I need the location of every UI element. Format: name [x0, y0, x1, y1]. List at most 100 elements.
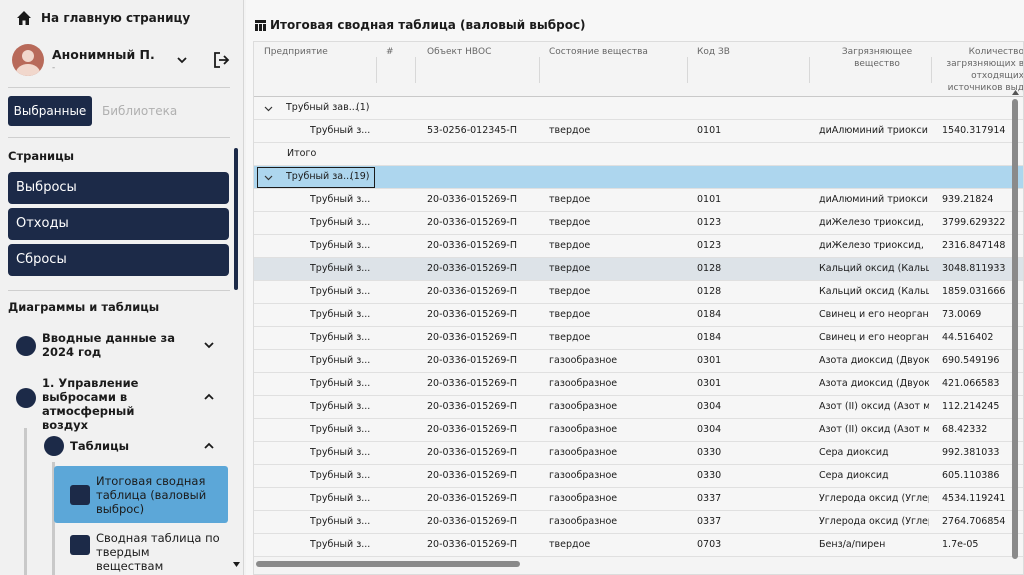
- column-header-quantity[interactable]: Количество загрязняющих в отходящих исто…: [934, 46, 1023, 94]
- table-row[interactable]: Трубный з... 20-0336-015269-П твердое 0703 Б…: [254, 534, 1023, 557]
- tree-node-input-data[interactable]: Вводные данные за 2024 год: [16, 330, 228, 362]
- table-cell: Азота диоксид (Двуок: [819, 378, 929, 389]
- node-dot-icon: [44, 436, 64, 456]
- group-count: (19): [350, 171, 370, 182]
- table-cell: 20-0336-015269-П: [427, 217, 517, 228]
- chevron-down-icon[interactable]: [264, 104, 273, 113]
- nav-button-emissions[interactable]: Выбросы: [8, 172, 229, 204]
- table-cell: Трубный з...: [310, 424, 371, 435]
- column-header-state[interactable]: Состояние вещества: [549, 46, 648, 58]
- table-row[interactable]: Трубный з... 20-0336-015269-П газообразное…: [254, 373, 1023, 396]
- column-header-number[interactable]: #: [386, 46, 394, 58]
- table-row[interactable]: Трубный з... 20-0336-015269-П твердое 0101 д…: [254, 189, 1023, 212]
- table-cell: твердое: [549, 217, 591, 228]
- table-cell: твердое: [549, 286, 591, 297]
- table-cell: 3799.629322: [942, 217, 1006, 228]
- group-row[interactable]: Трубный за... (19): [254, 166, 1023, 189]
- logout-icon[interactable]: [211, 50, 231, 70]
- table-row[interactable]: Трубный з... 20-0336-015269-П газообразное…: [254, 350, 1023, 373]
- tree-node-tables[interactable]: Таблицы: [44, 436, 228, 456]
- table-cell: Трубный з...: [310, 401, 371, 412]
- table-cell: твердое: [549, 539, 591, 550]
- table-cell: газообразное: [549, 378, 618, 389]
- table-row[interactable]: Трубный з... 20-0336-015269-П газообразное…: [254, 465, 1023, 488]
- table-cell: 20-0336-015269-П: [427, 286, 517, 297]
- table-cell: Трубный з...: [310, 309, 371, 320]
- divider: [8, 87, 230, 88]
- tree-leaf-label[interactable]: Сводная таблица по твердым веществам: [96, 531, 220, 573]
- tree-leaf-label[interactable]: Итоговая сводная таблица (валовый выброс…: [96, 474, 220, 516]
- table-row[interactable]: Трубный з... 20-0336-015269-П твердое 0123 д…: [254, 212, 1023, 235]
- scroll-down-arrow-icon[interactable]: [233, 561, 240, 568]
- table-row[interactable]: Трубный з... 20-0336-015269-П газообразное…: [254, 488, 1023, 511]
- table-cell: газообразное: [549, 355, 618, 366]
- table-cell: 20-0336-015269-П: [427, 401, 517, 412]
- home-icon: [17, 11, 31, 25]
- node-dot-icon: [16, 336, 36, 356]
- nav-button-waste[interactable]: Отходы: [8, 208, 229, 240]
- table-cell: 20-0336-015269-П: [427, 424, 517, 435]
- table-cell: твердое: [549, 332, 591, 343]
- table-cell: Азот (II) оксид (Азот м: [819, 401, 929, 412]
- table-cell: диАлюминий триокси: [819, 194, 928, 205]
- tab-library[interactable]: Библиотека: [102, 96, 177, 126]
- table-cell: газообразное: [549, 493, 618, 504]
- chevron-down-icon[interactable]: [203, 339, 215, 351]
- table-row[interactable]: Трубный з... 20-0336-015269-П газообразное…: [254, 419, 1023, 442]
- grid-horizontal-scrollbar[interactable]: [256, 561, 520, 567]
- tree-node-label: Вводные данные за 2024 год: [42, 331, 175, 359]
- table-cell: Трубный з...: [310, 470, 371, 481]
- table-cell: 3048.811933: [942, 263, 1006, 274]
- divider: [8, 137, 230, 138]
- scroll-up-arrow-icon[interactable]: [1012, 89, 1019, 96]
- table-row[interactable]: Трубный з... 20-0336-015269-П газообразное…: [254, 442, 1023, 465]
- tab-favorites[interactable]: Выбранные: [8, 96, 92, 126]
- column-header-object[interactable]: Объект НВОС: [427, 46, 491, 58]
- chevron-up-icon[interactable]: [203, 440, 215, 452]
- table-cell: Трубный з...: [310, 263, 371, 274]
- table-cell: 20-0336-015269-П: [427, 355, 517, 366]
- nav-button-discharges[interactable]: Сбросы: [8, 244, 229, 276]
- table-row[interactable]: Трубный з... 20-0336-015269-П газообразное…: [254, 511, 1023, 534]
- table-cell: газообразное: [549, 424, 618, 435]
- table-cell: 20-0336-015269-П: [427, 240, 517, 251]
- group-row[interactable]: Трубный зав... (1): [254, 97, 1023, 120]
- tree-node-emissions-management[interactable]: 1. Управление выбросами в атмосферный во…: [16, 375, 228, 432]
- table-row[interactable]: Трубный з... 53-0256-012345-П твердое 0101 д…: [254, 120, 1023, 143]
- chevron-down-icon[interactable]: [175, 53, 189, 67]
- grid-vertical-scrollbar[interactable]: [1012, 99, 1018, 559]
- table-row[interactable]: Трубный з... 20-0336-015269-П твердое 0184 С…: [254, 327, 1023, 350]
- column-header-pollutant[interactable]: Загрязняющее вещество: [820, 46, 934, 70]
- table-cell: газообразное: [549, 516, 618, 527]
- table-cell: Азота диоксид (Двуок: [819, 355, 929, 366]
- table-cell: 20-0336-015269-П: [427, 470, 517, 481]
- table-cell: 1.7e-05: [942, 539, 979, 550]
- table-row[interactable]: Трубный з... 20-0336-015269-П твердое 0128 К…: [254, 258, 1023, 281]
- table-row[interactable]: Трубный з... 20-0336-015269-П газообразное…: [254, 396, 1023, 419]
- table-cell: Трубный з...: [310, 539, 371, 550]
- table-row[interactable]: Трубный з... 20-0336-015269-П твердое 0123 д…: [254, 235, 1023, 258]
- table-cell: 20-0336-015269-П: [427, 194, 517, 205]
- table-cell: 20-0336-015269-П: [427, 539, 517, 550]
- total-label: Итого: [287, 148, 317, 159]
- table-cell: 0184: [697, 332, 722, 343]
- page-title: Итоговая сводная таблица (валовый выброс…: [255, 18, 586, 32]
- pages-section-title: Страницы: [8, 149, 75, 163]
- chevron-up-icon[interactable]: [203, 391, 215, 403]
- home-link[interactable]: На главную страницу: [16, 10, 190, 26]
- table-cell: 0128: [697, 263, 722, 274]
- table-cell: диЖелезо триоксид,: [819, 217, 924, 228]
- column-header-enterprise[interactable]: Предприятие: [264, 46, 328, 58]
- table-cell: Трубный з...: [310, 332, 371, 343]
- table-row[interactable]: Трубный з... 20-0336-015269-П твердое 0128 К…: [254, 281, 1023, 304]
- table-row[interactable]: Трубный з... 20-0336-015269-П твердое 0184 С…: [254, 304, 1023, 327]
- tree-line: [24, 428, 27, 575]
- table-cell: Углерода оксид (Углер: [819, 516, 929, 527]
- column-header-code[interactable]: Код ЗВ: [697, 46, 730, 58]
- home-label: На главную страницу: [41, 11, 191, 25]
- sidebar-scrollbar[interactable]: [234, 148, 238, 290]
- table-cell: 0101: [697, 194, 722, 205]
- table-cell: Бенз/а/пирен: [819, 539, 886, 550]
- table-cell: Трубный з...: [310, 493, 371, 504]
- table-cell: 20-0336-015269-П: [427, 516, 517, 527]
